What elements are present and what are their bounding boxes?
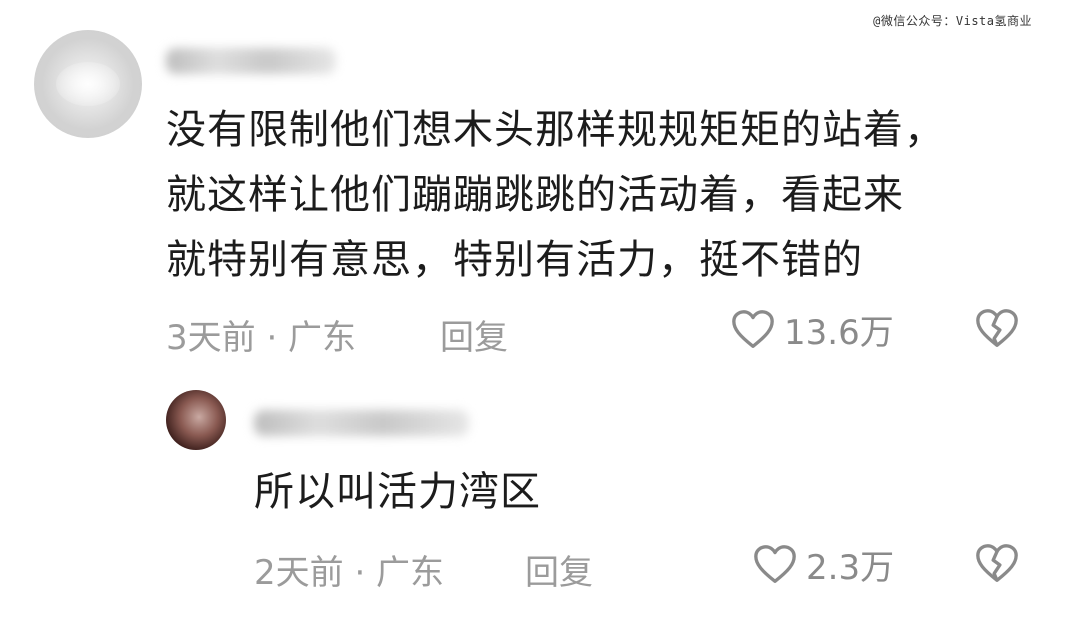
like-count: 2.3万 (806, 548, 895, 588)
avatar[interactable] (166, 390, 226, 450)
broken-heart-icon[interactable] (974, 541, 1020, 587)
watermark: @微信公众号：Vista氢商业 (873, 14, 1032, 28)
reply-button[interactable]: 回复 (525, 545, 593, 594)
heart-icon (732, 309, 774, 348)
like-count: 13.6万 (784, 313, 894, 353)
comment-text: 没有限制他们想木头那样规规矩矩的站着， 就这样让他们蹦蹦跳跳的活动着，看起来 就… (166, 107, 945, 283)
username-blurred (166, 48, 336, 74)
comment-meta: 3天前 · 广东 (166, 318, 357, 358)
heart-icon (754, 544, 796, 583)
username-blurred (254, 410, 469, 436)
broken-heart-icon[interactable] (974, 306, 1020, 352)
like-button[interactable]: 2.3万 (752, 540, 894, 589)
reply-button[interactable]: 回复 (440, 310, 508, 359)
avatar[interactable] (34, 30, 142, 138)
comment-meta: 2天前 · 广东 (254, 553, 445, 593)
like-button[interactable]: 13.6万 (730, 305, 894, 354)
comment-text: 所以叫活力湾区 (254, 469, 541, 515)
